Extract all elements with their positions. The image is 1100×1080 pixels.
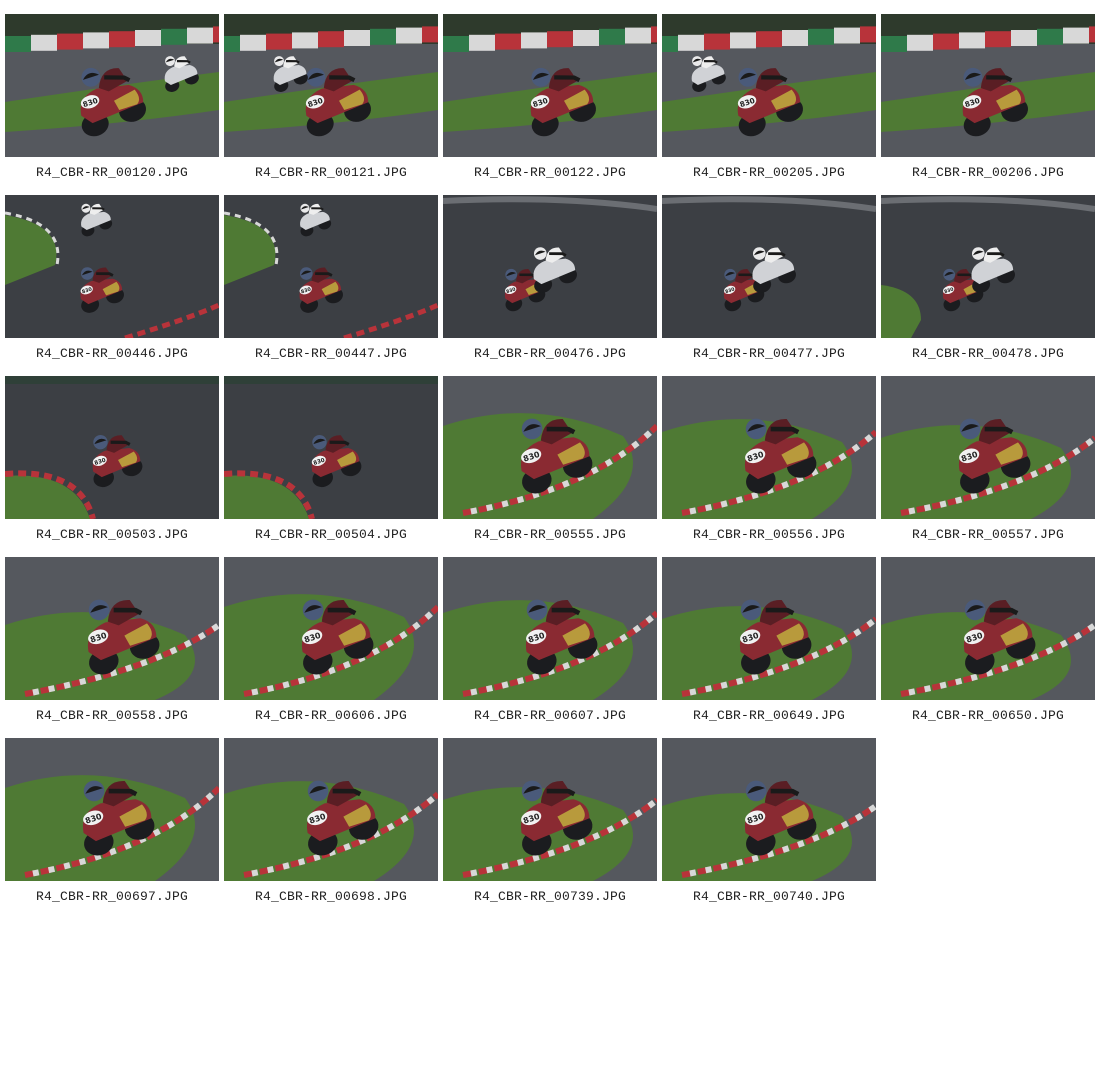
- filename-caption[interactable]: R4_CBR-RR_00606.JPG: [224, 708, 438, 723]
- gallery-item[interactable]: 830 R4_CBR-RR_00477.JPG: [662, 195, 876, 371]
- motorcycle-photo: 830: [224, 14, 438, 157]
- filename-caption[interactable]: R4_CBR-RR_00504.JPG: [224, 527, 438, 542]
- gallery-item[interactable]: 830 R4_CBR-RR_00558.JPG: [5, 557, 219, 733]
- filename-caption[interactable]: R4_CBR-RR_00557.JPG: [881, 527, 1095, 542]
- gallery-item[interactable]: 830 R4_CBR-RR_00121.JPG: [224, 14, 438, 190]
- motorcycle-photo: 830: [881, 557, 1095, 700]
- photo-thumbnail[interactable]: 830: [443, 738, 657, 881]
- photo-thumbnail[interactable]: 830: [881, 557, 1095, 700]
- gallery-item[interactable]: 830 R4_CBR-RR_00206.JPG: [881, 14, 1095, 190]
- motorcycle-photo: 830: [662, 14, 876, 157]
- gallery-item[interactable]: 830 R4_CBR-RR_00606.JPG: [224, 557, 438, 733]
- motorcycle-photo: 830: [443, 376, 657, 519]
- motorcycle-photo: 830: [443, 195, 657, 338]
- filename-caption[interactable]: R4_CBR-RR_00555.JPG: [443, 527, 657, 542]
- filename-caption[interactable]: R4_CBR-RR_00607.JPG: [443, 708, 657, 723]
- gallery-item[interactable]: 830 R4_CBR-RR_00698.JPG: [224, 738, 438, 914]
- filename-caption[interactable]: R4_CBR-RR_00649.JPG: [662, 708, 876, 723]
- filename-caption[interactable]: R4_CBR-RR_00650.JPG: [881, 708, 1095, 723]
- photo-thumbnail[interactable]: 830: [224, 376, 438, 519]
- motorcycle-photo: 830: [5, 195, 219, 338]
- filename-caption[interactable]: R4_CBR-RR_00121.JPG: [224, 165, 438, 180]
- photo-thumbnail[interactable]: 830: [662, 557, 876, 700]
- photo-thumbnail[interactable]: 830: [224, 738, 438, 881]
- gallery-item[interactable]: 830 R4_CBR-RR_00697.JPG: [5, 738, 219, 914]
- gallery-item[interactable]: 830 R4_CBR-RR_00504.JPG: [224, 376, 438, 552]
- filename-caption[interactable]: R4_CBR-RR_00503.JPG: [5, 527, 219, 542]
- motorcycle-photo: 830: [224, 557, 438, 700]
- motorcycle-photo: 830: [5, 376, 219, 519]
- motorcycle-photo: 830: [662, 738, 876, 881]
- filename-caption[interactable]: R4_CBR-RR_00122.JPG: [443, 165, 657, 180]
- gallery-item[interactable]: 830 R4_CBR-RR_00478.JPG: [881, 195, 1095, 371]
- filename-caption[interactable]: R4_CBR-RR_00558.JPG: [5, 708, 219, 723]
- motorcycle-photo: 830: [881, 376, 1095, 519]
- gallery-item[interactable]: 830 R4_CBR-RR_00476.JPG: [443, 195, 657, 371]
- photo-thumbnail[interactable]: 830: [5, 738, 219, 881]
- gallery-item[interactable]: 830 R4_CBR-RR_00446.JPG: [5, 195, 219, 371]
- photo-thumbnail[interactable]: 830: [662, 738, 876, 881]
- photo-thumbnail[interactable]: 830: [224, 14, 438, 157]
- filename-caption[interactable]: R4_CBR-RR_00120.JPG: [5, 165, 219, 180]
- motorcycle-photo: 830: [662, 557, 876, 700]
- gallery-item[interactable]: 830 R4_CBR-RR_00120.JPG: [5, 14, 219, 190]
- motorcycle-photo: 830: [224, 195, 438, 338]
- gallery-item[interactable]: 830 R4_CBR-RR_00122.JPG: [443, 14, 657, 190]
- photo-thumbnail[interactable]: 830: [224, 195, 438, 338]
- photo-thumbnail[interactable]: 830: [662, 195, 876, 338]
- filename-caption[interactable]: R4_CBR-RR_00205.JPG: [662, 165, 876, 180]
- photo-thumbnail[interactable]: 830: [5, 195, 219, 338]
- motorcycle-photo: 830: [443, 738, 657, 881]
- photo-thumbnail[interactable]: 830: [443, 376, 657, 519]
- photo-thumbnail[interactable]: 830: [5, 376, 219, 519]
- filename-caption[interactable]: R4_CBR-RR_00556.JPG: [662, 527, 876, 542]
- photo-thumbnail[interactable]: 830: [881, 14, 1095, 157]
- motorcycle-photo: 830: [5, 14, 219, 157]
- photo-thumbnail[interactable]: 830: [443, 195, 657, 338]
- gallery-item[interactable]: 830 R4_CBR-RR_00447.JPG: [224, 195, 438, 371]
- photo-thumbnail[interactable]: 830: [224, 557, 438, 700]
- filename-caption[interactable]: R4_CBR-RR_00739.JPG: [443, 889, 657, 904]
- gallery-item[interactable]: 830 R4_CBR-RR_00557.JPG: [881, 376, 1095, 552]
- photo-thumbnail[interactable]: 830: [662, 376, 876, 519]
- gallery-item[interactable]: 830 R4_CBR-RR_00607.JPG: [443, 557, 657, 733]
- filename-caption[interactable]: R4_CBR-RR_00476.JPG: [443, 346, 657, 361]
- motorcycle-photo: 830: [662, 376, 876, 519]
- gallery-item[interactable]: 830 R4_CBR-RR_00556.JPG: [662, 376, 876, 552]
- gallery-item[interactable]: 830 R4_CBR-RR_00503.JPG: [5, 376, 219, 552]
- gallery-item[interactable]: 830 R4_CBR-RR_00205.JPG: [662, 14, 876, 190]
- gallery-item[interactable]: 830 R4_CBR-RR_00649.JPG: [662, 557, 876, 733]
- filename-caption[interactable]: R4_CBR-RR_00447.JPG: [224, 346, 438, 361]
- motorcycle-photo: 830: [881, 14, 1095, 157]
- photo-thumbnail[interactable]: 830: [5, 557, 219, 700]
- filename-caption[interactable]: R4_CBR-RR_00698.JPG: [224, 889, 438, 904]
- motorcycle-photo: 830: [5, 738, 219, 881]
- photo-thumbnail[interactable]: 830: [881, 195, 1095, 338]
- gallery-item[interactable]: 830 R4_CBR-RR_00739.JPG: [443, 738, 657, 914]
- filename-caption[interactable]: R4_CBR-RR_00477.JPG: [662, 346, 876, 361]
- gallery-item[interactable]: 830 R4_CBR-RR_00650.JPG: [881, 557, 1095, 733]
- photo-thumbnail[interactable]: 830: [443, 14, 657, 157]
- motorcycle-photo: 830: [5, 557, 219, 700]
- motorcycle-photo: 830: [224, 738, 438, 881]
- motorcycle-photo: 830: [443, 14, 657, 157]
- photo-thumbnail[interactable]: 830: [662, 14, 876, 157]
- filename-caption[interactable]: R4_CBR-RR_00206.JPG: [881, 165, 1095, 180]
- filename-caption[interactable]: R4_CBR-RR_00697.JPG: [5, 889, 219, 904]
- filename-caption[interactable]: R4_CBR-RR_00446.JPG: [5, 346, 219, 361]
- motorcycle-photo: 830: [443, 557, 657, 700]
- filename-caption[interactable]: R4_CBR-RR_00740.JPG: [662, 889, 876, 904]
- photo-thumbnail[interactable]: 830: [443, 557, 657, 700]
- gallery-item[interactable]: 830 R4_CBR-RR_00555.JPG: [443, 376, 657, 552]
- motorcycle-photo: 830: [881, 195, 1095, 338]
- motorcycle-photo: 830: [662, 195, 876, 338]
- gallery-item[interactable]: 830 R4_CBR-RR_00740.JPG: [662, 738, 876, 914]
- filename-caption[interactable]: R4_CBR-RR_00478.JPG: [881, 346, 1095, 361]
- motorcycle-photo: 830: [224, 376, 438, 519]
- photo-thumbnail[interactable]: 830: [5, 14, 219, 157]
- photo-thumbnail[interactable]: 830: [881, 376, 1095, 519]
